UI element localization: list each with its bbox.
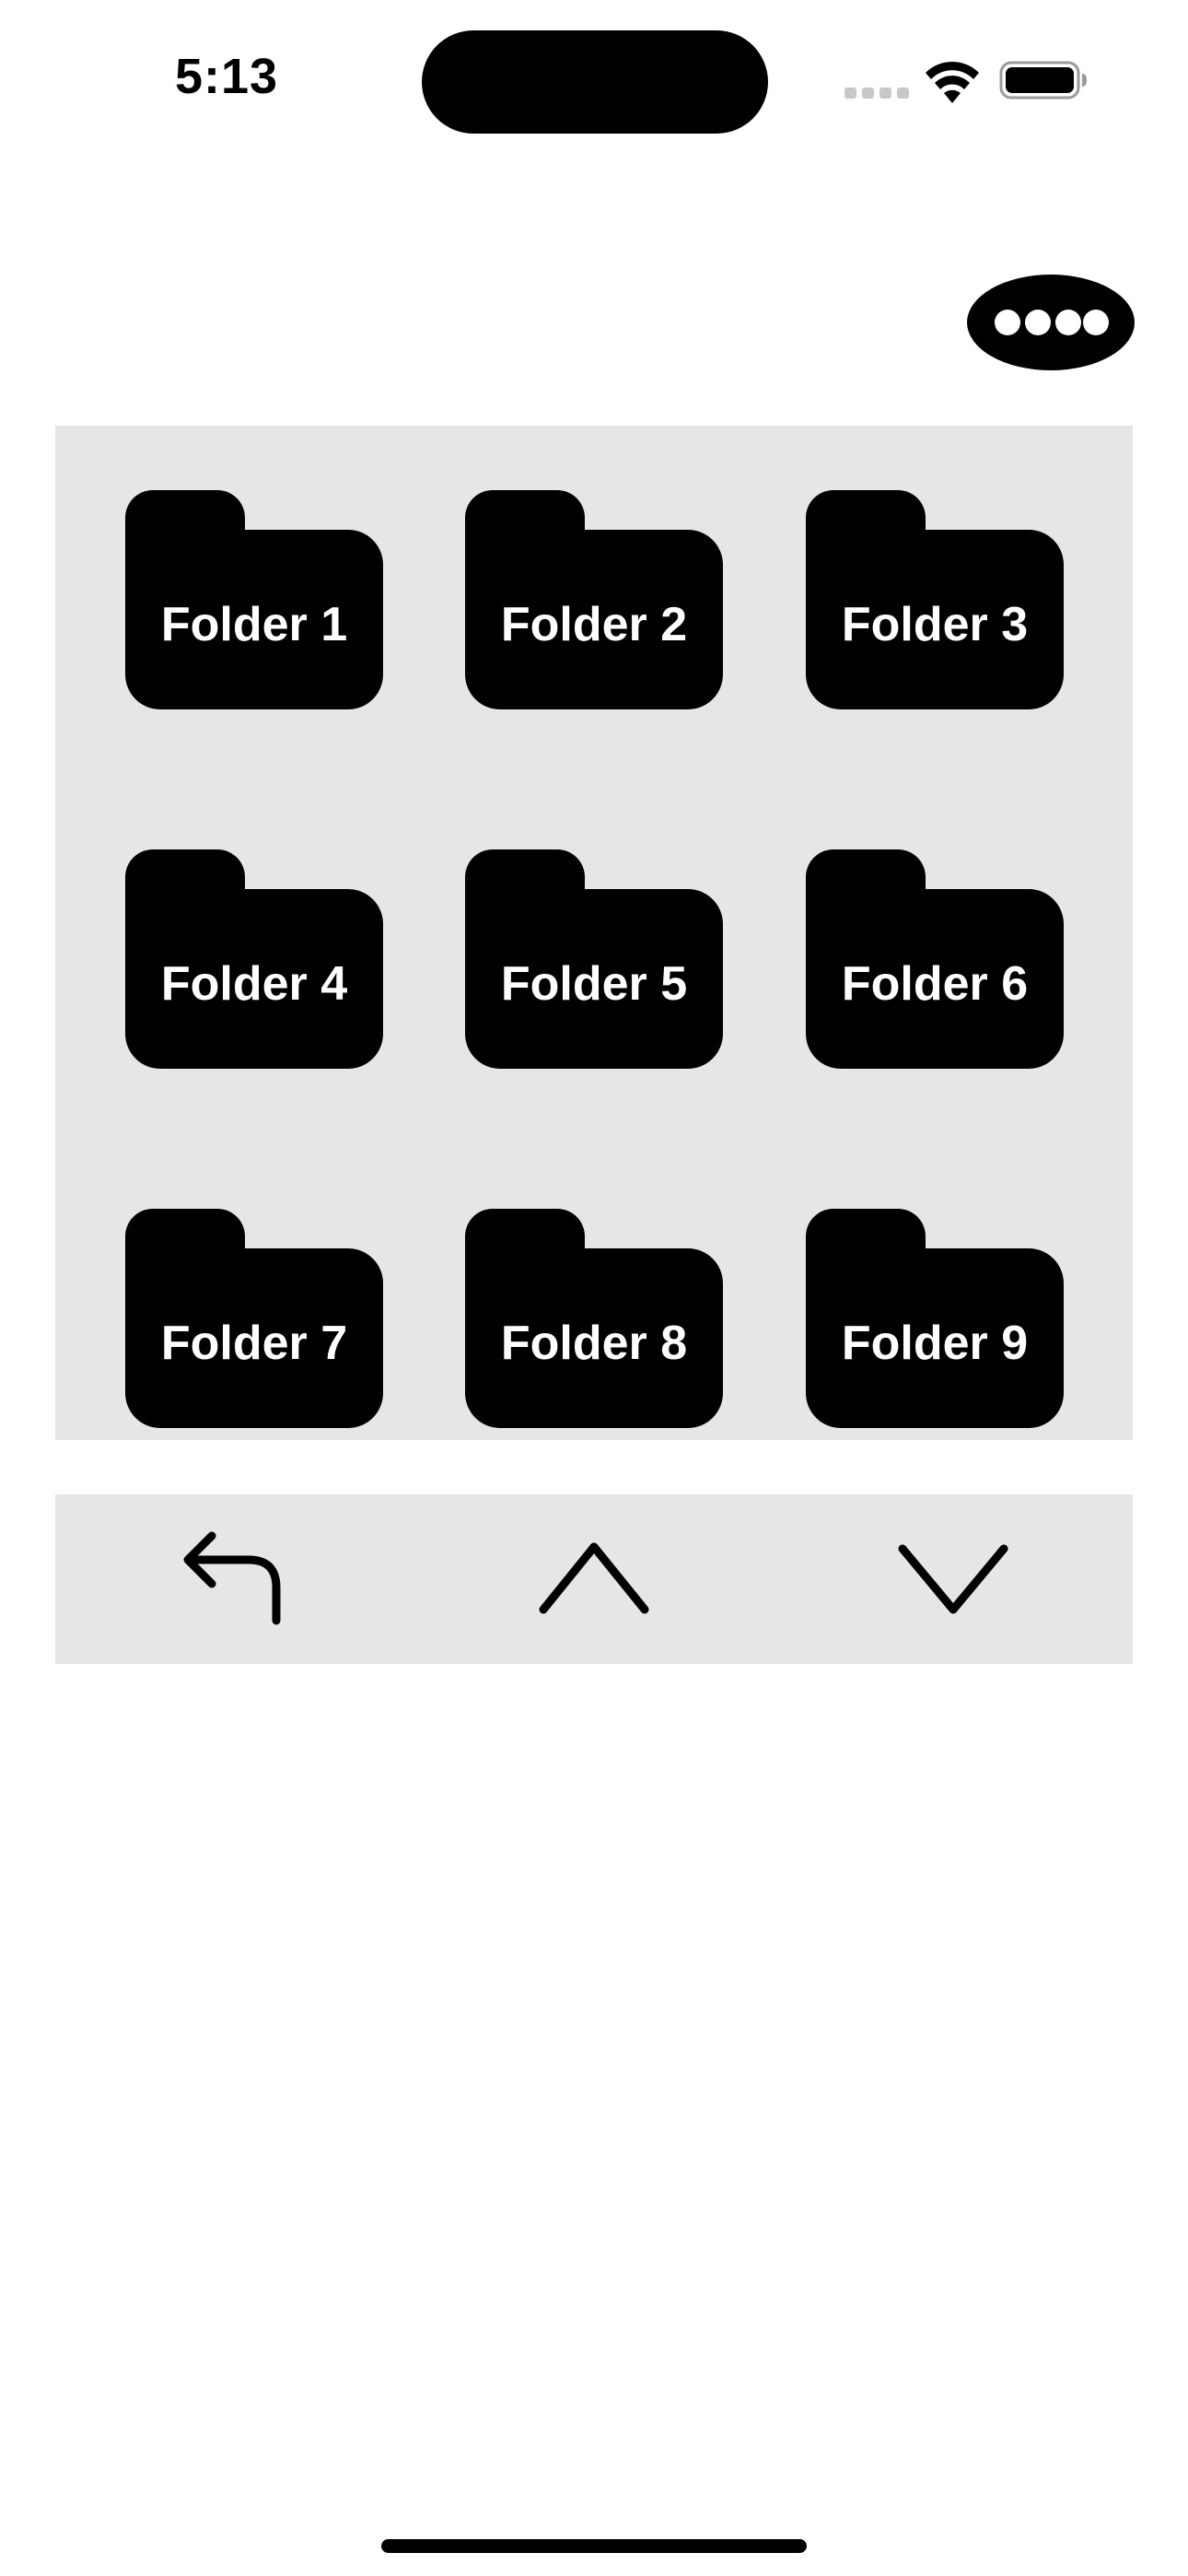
wifi-icon xyxy=(926,61,979,103)
cellular-signal-icon xyxy=(844,88,909,99)
dynamic-island xyxy=(422,30,768,134)
more-dot xyxy=(1083,310,1109,335)
folder-label: Folder 9 xyxy=(841,1317,1029,1370)
folder-label: Folder 4 xyxy=(160,957,348,1011)
back-button[interactable] xyxy=(55,1494,414,1664)
folder-item[interactable]: Folder 9 xyxy=(806,1209,1064,1428)
folder-label: Folder 8 xyxy=(500,1317,688,1370)
folder-label: Folder 7 xyxy=(160,1317,348,1370)
folder-item[interactable]: Folder 1 xyxy=(125,490,383,709)
more-dot xyxy=(1025,310,1051,335)
folder-grid: Folder 1 Folder 2 Folder 3 Folder 4 Fold… xyxy=(55,426,1133,1440)
folder-item[interactable]: Folder 4 xyxy=(125,849,383,1069)
status-time: 5:13 xyxy=(175,49,279,104)
chevron-up-icon xyxy=(539,1542,649,1614)
folder-item[interactable]: Folder 7 xyxy=(125,1209,383,1428)
chevron-down-icon xyxy=(898,1544,1008,1614)
folder-label: Folder 2 xyxy=(500,598,688,651)
folder-label: Folder 3 xyxy=(841,598,1029,651)
status-bar: 5:13 xyxy=(0,0,1188,157)
scroll-up-button[interactable] xyxy=(414,1494,774,1664)
folder-label: Folder 6 xyxy=(841,957,1029,1011)
folder-item[interactable]: Folder 3 xyxy=(806,490,1064,709)
navigation-bar xyxy=(55,1494,1133,1664)
more-dot xyxy=(1055,310,1081,335)
battery-icon xyxy=(999,61,1087,100)
folder-item[interactable]: Folder 5 xyxy=(465,849,723,1069)
folder-item[interactable]: Folder 8 xyxy=(465,1209,723,1428)
folder-item[interactable]: Folder 6 xyxy=(806,849,1064,1069)
home-indicator[interactable] xyxy=(381,2539,807,2553)
more-dot xyxy=(995,310,1020,335)
back-arrow-icon xyxy=(183,1531,281,1625)
folder-label: Folder 5 xyxy=(500,957,688,1011)
folder-label: Folder 1 xyxy=(160,598,348,651)
more-options-button[interactable] xyxy=(967,275,1135,370)
scroll-down-button[interactable] xyxy=(774,1494,1133,1664)
folder-item[interactable]: Folder 2 xyxy=(465,490,723,709)
